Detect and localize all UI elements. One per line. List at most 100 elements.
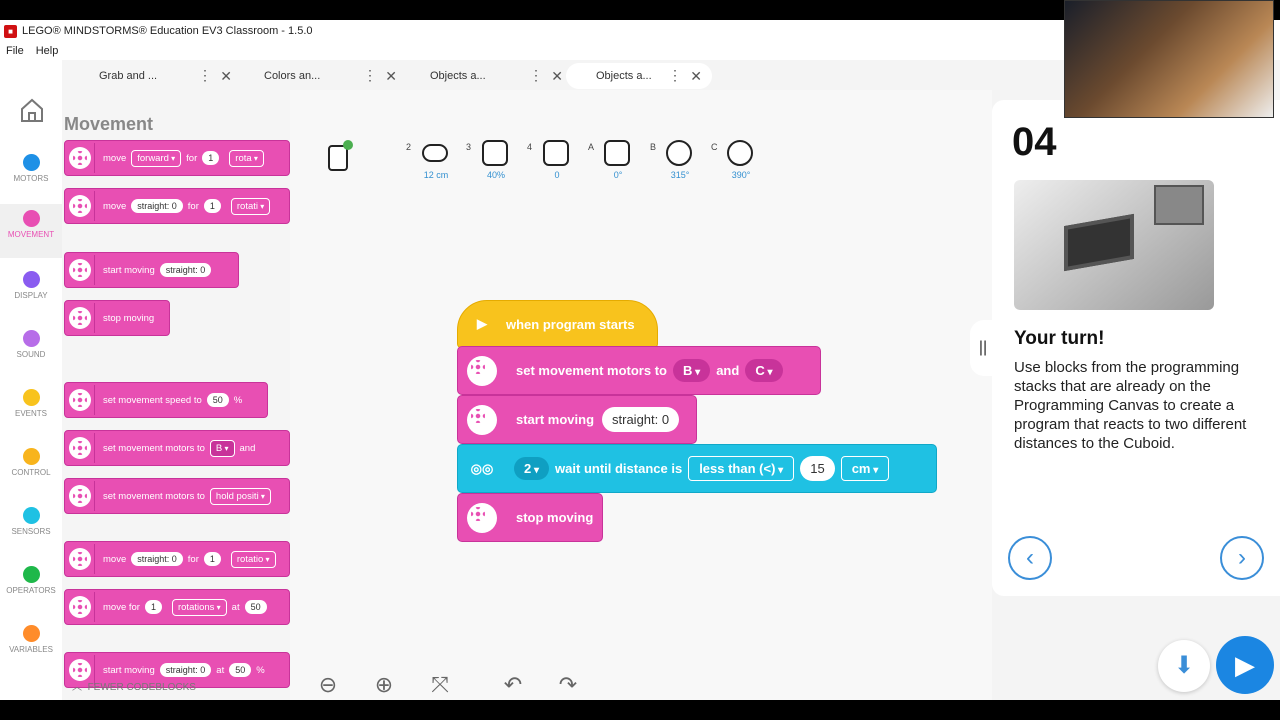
palette-block-move-straight[interactable]: move straight: 0 for 1 rotati [64,188,290,224]
more-icon[interactable]: ⋮ [529,67,543,84]
zoom-out-icon[interactable]: ⊖ [313,670,343,700]
operators-dot-icon [22,566,40,583]
webcam-overlay [1064,0,1274,118]
category-sound[interactable]: SOUND [0,324,62,378]
palette-block-stop-moving[interactable]: stop moving [64,300,170,336]
motor-c-dropdown[interactable]: C [745,359,783,382]
port-value: 390° [731,170,751,180]
project-tabs: Grab and ... ⋮ ✕ Colors an... ⋮ ✕ Objects a.… [62,60,992,90]
port-value: 40% [486,170,505,180]
movement-wheel-icon [65,433,95,463]
more-icon[interactable]: ⋮ [668,67,682,84]
undo-icon[interactable]: ↶ [498,670,528,700]
motor-icon [666,140,692,166]
port-label: 3 [466,142,472,152]
palette-block-set-motors[interactable]: set movement motors toBand [64,430,290,466]
tab-grab-and[interactable]: Grab and ... ⋮ ✕ [87,63,242,89]
palette-block-set-speed[interactable]: set movement speed to 50% [64,382,268,418]
zoom-in-icon[interactable]: ⊕ [369,670,399,700]
run-program-button[interactable]: ▶ [1216,636,1274,694]
ultrasonic-sensor-icon: ◎◎ [470,460,494,476]
category-motors[interactable]: MOTORS [0,148,62,202]
category-sensors[interactable]: SENSORS [0,501,62,555]
fewer-codeblocks-toggle[interactable]: ︿ FEWER CODEBLOCKS [62,670,290,700]
lesson-heading: Your turn! [1014,328,1105,349]
next-page-button[interactable]: › [1220,536,1264,580]
stop-moving-block[interactable]: stop moving [457,493,603,542]
palette-block-move-forward[interactable]: moveforwardfor1rota [64,140,290,176]
port-label: 4 [527,142,533,152]
palette-block-set-motors-hold[interactable]: set movement motors to hold positi [64,478,290,514]
control-dot-icon [22,448,40,465]
movement-wheel-icon [65,592,95,622]
palette-block-move-for[interactable]: move for1rotationsat50 [64,589,290,625]
palette-title: Movement [64,114,154,134]
menu-help[interactable]: Help [36,45,59,57]
when-program-starts-block[interactable]: ▶ when program starts [457,300,658,348]
port-value: 12 cm [423,170,449,180]
chevron-up-icon: ︿ [72,682,82,693]
previous-page-button[interactable]: ‹ [1008,536,1052,580]
comparison-dropdown[interactable]: less than (<) [688,456,795,481]
port-label: 2 [406,142,412,152]
download-button[interactable]: ⬇ [1158,640,1210,692]
category-variables[interactable]: VARIABLES [0,619,62,673]
category-display[interactable]: DISPLAY [0,265,62,319]
programming-canvas[interactable]: 2 12 cm 3 40% 4 0 A 0° B 315° C 390° ▶ w… [290,90,992,700]
motor-icon [727,140,753,166]
category-control[interactable]: CONTROL [0,442,62,496]
movement-wheel-icon [458,395,506,444]
lesson-step-number: 04 [1012,120,1057,164]
play-flag-icon: ▶ [477,316,487,331]
zoom-reset-icon[interactable]: ⤧ [425,670,455,700]
start-moving-block[interactable]: start moving straight: 0 [457,395,697,444]
movement-wheel-icon [65,544,95,574]
tab-objects-a-1[interactable]: Objects a... ⋮ ✕ [418,63,573,89]
sound-dot-icon [22,330,40,347]
movement-wheel-icon [65,191,95,221]
tab-colors-and[interactable]: Colors an... ⋮ ✕ [252,63,407,89]
close-icon[interactable]: ✕ [220,68,232,85]
port-value: 315° [670,170,690,180]
more-icon[interactable]: ⋮ [198,67,212,84]
more-icon[interactable]: ⋮ [363,67,377,84]
robot-image [1014,180,1214,310]
lesson-body: Use blocks from the programming stacks t… [1014,359,1247,452]
motor-icon [604,140,630,166]
palette-block-start-moving[interactable]: start moving straight: 0 [64,252,239,288]
port-value: 0° [613,170,623,180]
events-dot-icon [22,389,40,406]
home-icon[interactable] [18,96,46,124]
connection-status-icon [343,140,353,150]
lesson-panel: 04 Your turn! Use blocks from the progra… [992,100,1280,596]
close-icon[interactable]: ✕ [690,68,702,85]
redo-icon[interactable]: ↷ [553,670,583,700]
wait-until-distance-block[interactable]: ◎◎ 2 wait until distance is less than (<… [457,444,937,493]
close-icon[interactable]: ✕ [385,68,397,85]
unit-dropdown[interactable]: cm [840,456,890,481]
display-dot-icon [22,271,40,288]
category-operators[interactable]: OPERATORS [0,560,62,614]
block-palette: Movement moveforwardfor1rota movestraigh… [62,60,290,700]
tab-objects-a-2[interactable]: Objects a... ⋮ ✕ [566,63,712,89]
movement-wheel-icon [65,385,95,415]
category-movement[interactable]: MOVEMENT [0,204,62,258]
steering-input[interactable]: straight: 0 [602,407,680,432]
color-sensor-icon [482,140,508,166]
ultrasonic-sensor-icon [422,144,448,162]
movement-dot-icon [22,210,40,227]
variables-dot-icon [22,625,40,642]
distance-input[interactable]: 15 [800,456,835,481]
gyro-sensor-icon [543,140,569,166]
movement-wheel-icon [65,303,95,333]
motor-b-dropdown[interactable]: B [672,359,711,382]
palette-block-move-straight-2[interactable]: move straight: 0 for 1 rotatio [64,541,290,577]
category-events[interactable]: EVENTS [0,383,62,437]
port-dropdown[interactable]: 2 [514,457,550,480]
sensors-dot-icon [22,507,40,524]
port-value: 0 [554,170,560,180]
set-movement-motors-block[interactable]: set movement motors to B and C [457,346,821,395]
port-label: C [711,142,718,152]
close-icon[interactable]: ✕ [551,68,563,85]
menu-file[interactable]: File [6,45,24,57]
